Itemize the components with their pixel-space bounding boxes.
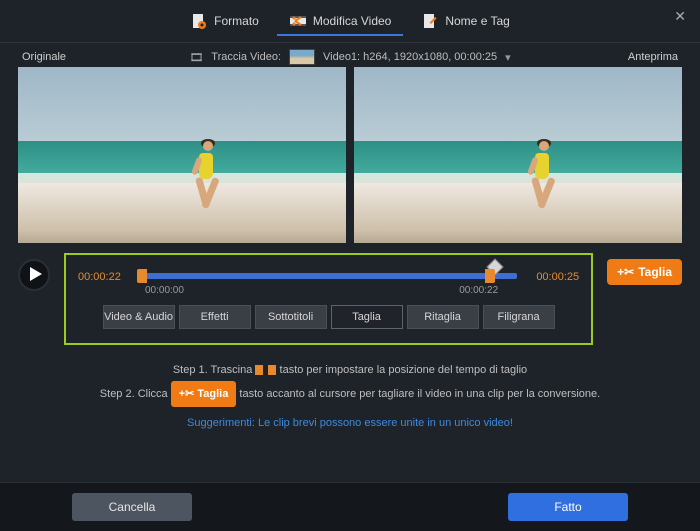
trim-handle-start[interactable] [137, 269, 147, 283]
timeline-end-time: 00:00:22 [459, 285, 498, 296]
film-scissors-icon [289, 12, 307, 30]
preview-original [18, 67, 346, 243]
timeline-track[interactable]: 00:00:00 00:00:22 [140, 265, 517, 289]
step2-suffix: tasto accanto al cursore per tagliare il… [239, 388, 600, 400]
edit-subtabs: Video & Audio Effetti Sottotitoli Taglia… [78, 305, 579, 329]
subtab-effetti[interactable]: Effetti [179, 305, 251, 329]
top-tab-bar: Formato Modifica Video Nome e Tag ✕ [0, 0, 700, 43]
timeline-start-time: 00:00:00 [145, 285, 184, 296]
subtab-ritaglia[interactable]: Ritaglia [407, 305, 479, 329]
done-button[interactable]: Fatto [508, 493, 628, 521]
film-icon: 🎞 [189, 51, 203, 64]
document-gear-icon [190, 12, 208, 30]
handle-icon [255, 365, 263, 375]
track-thumbnail [289, 49, 315, 65]
preview-row [0, 63, 700, 243]
play-button[interactable] [18, 259, 50, 291]
inline-cut-badge: +✂ Taglia [171, 381, 237, 407]
step2-prefix: Step 2. Clicca [100, 388, 168, 400]
cancel-button[interactable]: Cancella [72, 493, 192, 521]
cut-button[interactable]: +✂ Taglia [607, 259, 682, 285]
plus-scissors-icon: +✂ [617, 265, 634, 279]
track-info-text: Video1: h264, 1920x1080, 00:00:25 [323, 51, 497, 63]
timeline-current-time: 00:00:22 [78, 271, 130, 283]
play-icon [27, 267, 42, 284]
footer-bar: Cancella Fatto [0, 482, 700, 531]
chevron-down-icon[interactable]: ▾ [505, 51, 511, 64]
timeline-total-time: 00:00:25 [527, 271, 579, 283]
timeline-bar [140, 273, 517, 279]
handle-icon [268, 365, 276, 375]
timeline-panel: 00:00:22 00:00:00 00:00:22 00:00:25 Vide… [64, 253, 593, 345]
track-label: Traccia Video: [211, 51, 281, 63]
tab-formato[interactable]: Formato [178, 8, 271, 36]
document-pencil-icon [421, 12, 439, 30]
plus-scissors-icon: +✂ [179, 383, 195, 405]
preview-output [354, 67, 682, 243]
trim-handle-end[interactable] [485, 269, 495, 283]
tab-modifica-video[interactable]: Modifica Video [277, 8, 404, 36]
tab-nome-tag[interactable]: Nome e Tag [409, 8, 521, 36]
cut-button-label: Taglia [638, 265, 672, 279]
tab-formato-label: Formato [214, 14, 259, 28]
track-info-row: 🎞 Traccia Video: Video1: h264, 1920x1080… [0, 43, 700, 69]
subtab-taglia[interactable]: Taglia [331, 305, 403, 329]
tip-text: Suggerimenti: Le clip brevi possono esse… [0, 417, 700, 429]
subtab-video-audio[interactable]: Video & Audio [103, 305, 175, 329]
instructions: Step 1. Trascina tasto per impostare la … [0, 345, 700, 407]
subtab-sottotitoli[interactable]: Sottotitoli [255, 305, 327, 329]
step1-prefix: Step 1. Trascina [173, 364, 253, 376]
inline-cut-label: Taglia [197, 383, 228, 405]
tab-nometag-label: Nome e Tag [445, 14, 509, 28]
close-icon[interactable]: ✕ [674, 8, 686, 25]
tab-modifica-label: Modifica Video [313, 14, 392, 28]
step1-suffix: tasto per impostare la posizione del tem… [280, 364, 528, 376]
subtab-filigrana[interactable]: Filigrana [483, 305, 555, 329]
